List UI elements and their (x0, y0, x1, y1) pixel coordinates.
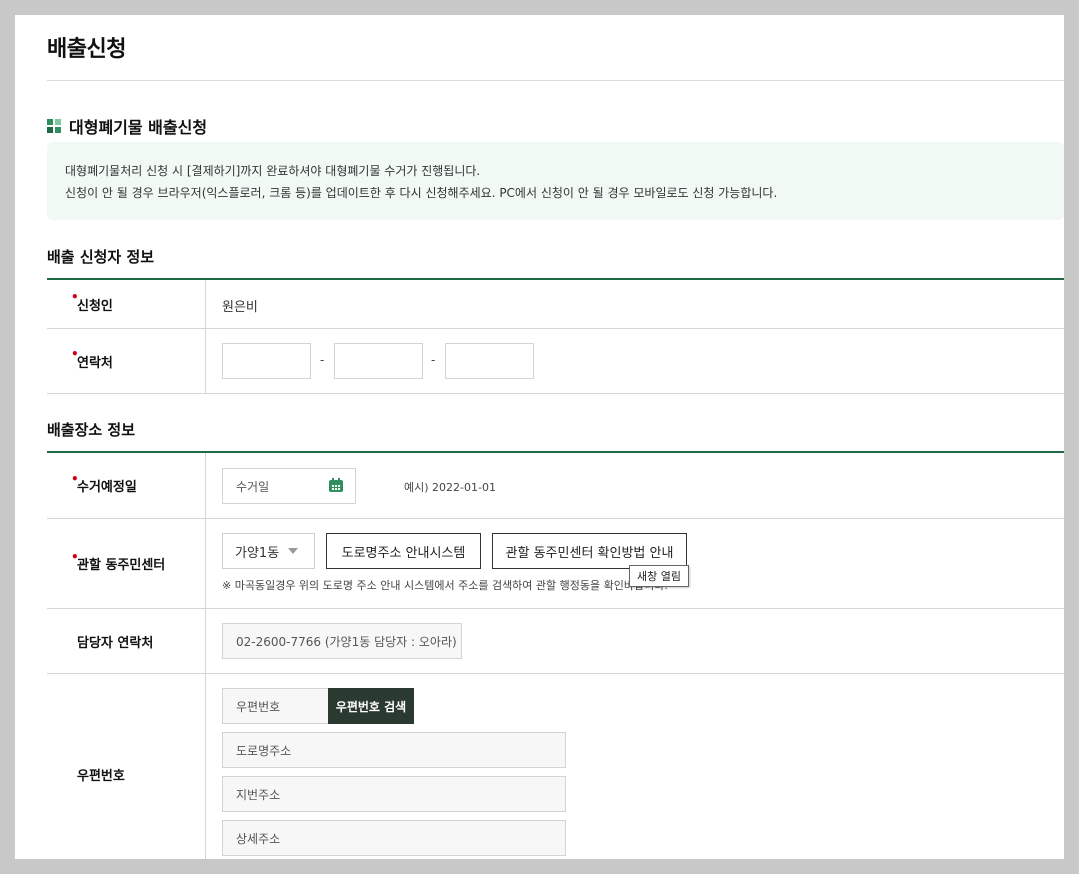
center-note: ※ 마곡동일경우 위의 도로명 주소 안내 시스템에서 주소를 검색하여 관할 … (222, 579, 668, 592)
manager-contact-row: 담당자 연락처 02-2600-7766 (가양1동 담당자 : 오아라) (47, 609, 1064, 674)
lot-address-input[interactable]: 지번주소 (222, 776, 566, 812)
postal-code-input[interactable]: 우편번호 (222, 688, 330, 724)
location-heading: 배출장소 정보 (47, 421, 136, 439)
applicant-name-value: 원은비 (222, 300, 258, 315)
pickup-date-row: • 수거예정일 수거일 예시) 2022-01-01 (47, 453, 1064, 519)
notice-line-1: 대형폐기물처리 신청 시 [결제하기]까지 완료하셔야 대형폐기물 수거가 진행… (65, 164, 481, 178)
applicant-name-row: • 신청인 원은비 (47, 280, 1064, 329)
required-mark: • (71, 347, 79, 361)
road-address-system-button[interactable]: 도로명주소 안내시스템 (326, 533, 481, 569)
phone-part-1-input[interactable] (222, 343, 311, 379)
calendar-icon[interactable] (329, 478, 343, 492)
applicant-heading: 배출 신청자 정보 (47, 248, 155, 266)
postal-code-row: 우편번호 우편번호 우편번호 검색 도로명주소 지번주소 상세주소 (47, 674, 1064, 859)
phone-part-2-input[interactable] (334, 343, 423, 379)
manager-contact-label: 담당자 연락처 (47, 609, 206, 673)
required-mark: • (71, 471, 79, 486)
detail-address-input[interactable]: 상세주소 (222, 820, 566, 856)
phone-dash-2: - (431, 353, 436, 367)
new-window-tooltip: 새창 열림 (629, 565, 689, 587)
postal-code-label: 우편번호 (47, 674, 206, 859)
notice-line-2: 신청이 안 될 경우 브라우저(익스플로러, 크롬 등)를 업데이트한 후 다시… (65, 186, 778, 200)
date-example: 예시) 2022-01-01 (404, 481, 496, 494)
notice-box: 대형폐기물처리 신청 시 [결제하기]까지 완료하셔야 대형폐기물 수거가 진행… (47, 142, 1064, 220)
postal-search-button[interactable]: 우편번호 검색 (328, 688, 414, 724)
required-mark: • (71, 290, 79, 304)
pickup-date-input[interactable]: 수거일 (222, 468, 356, 504)
applicant-table: • 신청인 원은비 • 연락처 - - (47, 278, 1064, 394)
location-table: • 수거예정일 수거일 예시) 2022-01-01 • 관할 동주민센터 가양… (47, 451, 1064, 859)
phone-part-3-input[interactable] (445, 343, 534, 379)
community-center-row: • 관할 동주민센터 가양1동 도로명주소 안내시스템 관할 동주민센터 확인방… (47, 519, 1064, 609)
required-mark: • (71, 549, 79, 564)
applicant-contact-row: • 연락처 - - (47, 329, 1064, 394)
chevron-down-icon (288, 548, 298, 554)
applicant-name-label: • 신청인 (47, 280, 206, 328)
applicant-contact-label: • 연락처 (47, 329, 206, 393)
page-title: 배출신청 (47, 37, 126, 62)
manager-contact-value: 02-2600-7766 (가양1동 담당자 : 오아라) (222, 623, 462, 659)
section-title-text: 대형폐기물 배출신청 (69, 118, 208, 137)
community-center-label: • 관할 동주민센터 (47, 519, 206, 608)
pickup-date-placeholder: 수거일 (236, 479, 270, 494)
phone-dash-1: - (320, 353, 325, 367)
community-center-selected: 가양1동 (235, 545, 280, 561)
center-guide-button[interactable]: 관할 동주민센터 확인방법 안내 (492, 533, 687, 569)
pickup-date-label: • 수거예정일 (47, 453, 206, 518)
grid-squares-icon (47, 119, 61, 133)
title-divider (47, 80, 1064, 81)
section-title: 대형폐기물 배출신청 (47, 114, 207, 138)
community-center-select[interactable]: 가양1동 (222, 533, 315, 569)
road-address-input[interactable]: 도로명주소 (222, 732, 566, 768)
application-page: 배출신청 대형폐기물 배출신청 대형폐기물처리 신청 시 [결제하기]까지 완료… (15, 15, 1064, 859)
